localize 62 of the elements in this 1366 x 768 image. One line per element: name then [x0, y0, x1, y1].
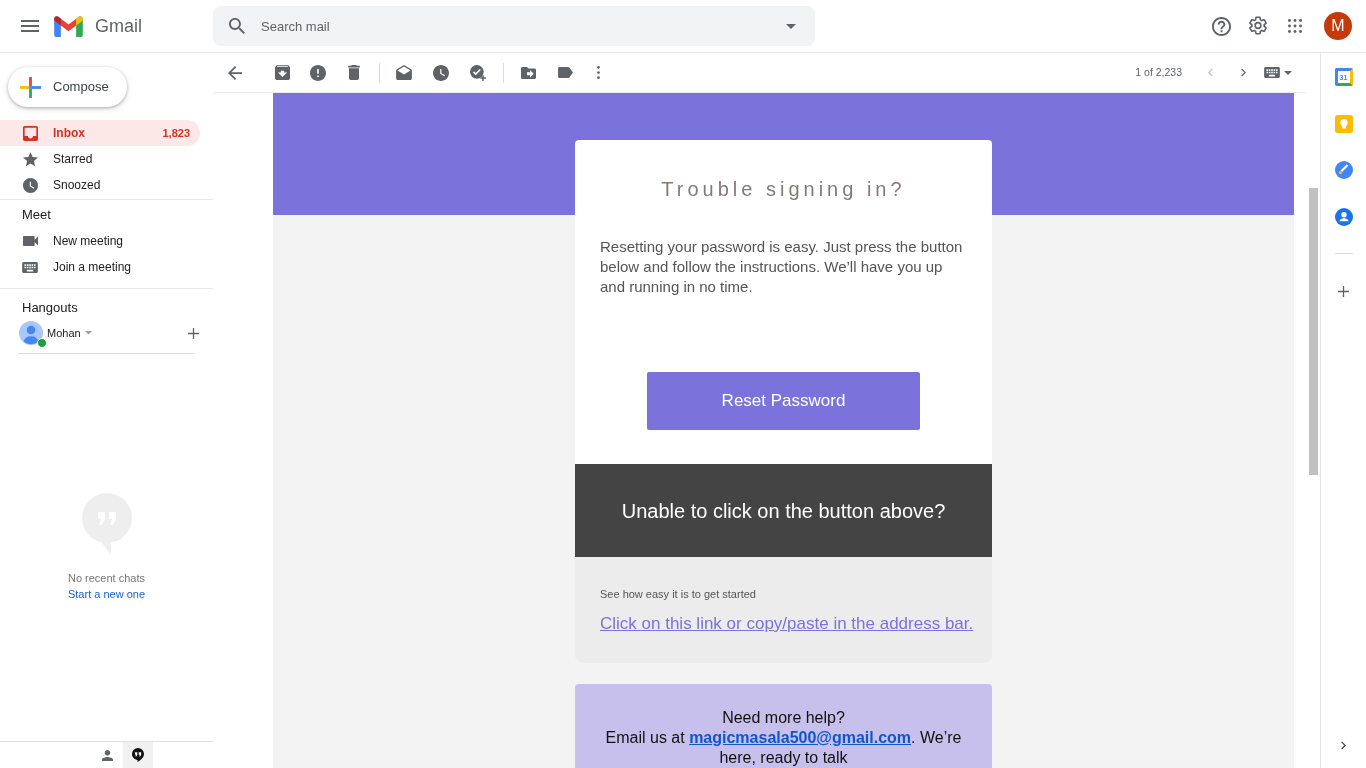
- caret-icon[interactable]: [84, 331, 92, 335]
- search-field[interactable]: Search mail: [213, 6, 815, 46]
- clock-icon: [22, 177, 38, 193]
- search-icon[interactable]: [229, 18, 245, 34]
- fallback-heading: Unable to click on the button above?: [621, 498, 946, 524]
- video-camera-icon: [22, 236, 38, 246]
- folder-item[interactable]: Starred: [0, 146, 200, 172]
- scrollbar-thumb[interactable]: [1308, 188, 1318, 475]
- chevron-right-icon[interactable]: [1341, 741, 1346, 750]
- move-to-folder-icon[interactable]: [520, 66, 536, 79]
- back-arrow-icon[interactable]: [228, 65, 242, 80]
- snooze-icon[interactable]: [433, 64, 449, 81]
- report-spam-icon[interactable]: [310, 64, 326, 81]
- unread-count: 1,823: [162, 125, 190, 141]
- add-icon[interactable]: [188, 327, 199, 339]
- inbox-icon: [22, 125, 38, 141]
- menu-icon[interactable]: [21, 20, 39, 32]
- chat-bubble-icon: [131, 748, 144, 762]
- chevron-right-icon[interactable]: [1240, 68, 1246, 77]
- help-text: Email us at magicmasala500@gmail.com. We’re here, ready to talk: [604, 728, 963, 768]
- avatar-icon[interactable]: [19, 321, 43, 345]
- person-icon: [102, 749, 113, 761]
- label-icon[interactable]: [557, 67, 573, 78]
- settings-icon[interactable]: [1249, 16, 1267, 35]
- gmail-logo-icon: [54, 15, 83, 37]
- apps-grid-icon[interactable]: [1288, 18, 1302, 33]
- compose-button[interactable]: Compose: [8, 67, 127, 107]
- keyboard-icon[interactable]: [1264, 67, 1280, 78]
- meet-item[interactable]: New meeting: [0, 228, 200, 254]
- account-avatar[interactable]: M: [1324, 12, 1352, 40]
- help-icon[interactable]: [1212, 16, 1231, 36]
- add-task-icon[interactable]: [470, 64, 486, 81]
- contacts-person-icon[interactable]: [1334, 207, 1353, 226]
- caret-icon[interactable]: [1284, 70, 1292, 75]
- plus-icon: [20, 76, 41, 98]
- user-name[interactable]: Mohan: [47, 324, 81, 342]
- message-position: 1 of 2,233: [1135, 64, 1182, 80]
- help-heading: Need more help?: [722, 708, 845, 728]
- section-heading: Hangouts: [21, 299, 79, 316]
- section-heading: Meet: [21, 206, 52, 224]
- dropdown-caret-icon[interactable]: [786, 24, 796, 29]
- empty-chats-text: No recent chats: [67, 571, 145, 586]
- folder-item[interactable]: Inbox 1,823: [0, 120, 200, 146]
- reset-password-button[interactable]: Reset Password: [647, 372, 920, 430]
- email-heading: Trouble signing in?: [661, 177, 906, 201]
- meet-item[interactable]: Join a meeting: [0, 254, 200, 280]
- add-icon[interactable]: [1338, 286, 1349, 297]
- app-name: Gmail: [95, 15, 142, 37]
- archive-icon[interactable]: [274, 65, 290, 80]
- star-icon: [22, 151, 38, 167]
- more-options-icon[interactable]: [596, 66, 600, 79]
- chats-tab[interactable]: [122, 742, 153, 768]
- tasks-check-icon[interactable]: [1334, 161, 1353, 180]
- email-link[interactable]: magicmasala500@gmail.com: [689, 729, 912, 746]
- delete-icon[interactable]: [348, 65, 360, 80]
- folder-item[interactable]: Snoozed: [0, 172, 200, 198]
- start-chat-link[interactable]: Start a new one: [67, 586, 146, 602]
- intro-text: Resetting your password is easy. Just press the button below and follow the instructions. We’ll have you up and running in no time.: [599, 237, 964, 297]
- fallback-hint: See how easy it is to get started: [600, 587, 756, 601]
- keyboard-icon: [22, 261, 38, 273]
- mark-unread-icon[interactable]: [396, 65, 412, 80]
- fallback-link[interactable]: Click on this link or copy/paste in the address bar.: [600, 614, 974, 634]
